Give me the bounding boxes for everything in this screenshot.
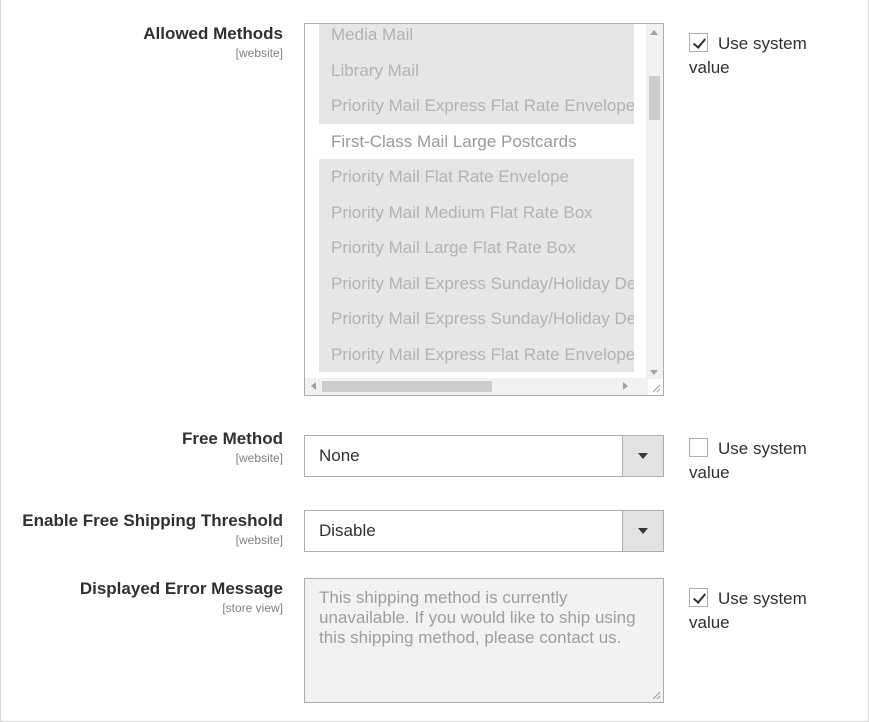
- config-frame: Allowed Methods [website] Media Mail Libr…: [0, 0, 869, 722]
- allowed-methods-label-group: Allowed Methods [website]: [143, 24, 283, 61]
- allowed-methods-label: Allowed Methods: [143, 24, 283, 43]
- free-shipping-threshold-label: Enable Free Shipping Threshold: [22, 511, 283, 530]
- multiselect-option[interactable]: Priority Mail Express Flat Rate Envelope: [319, 336, 634, 372]
- chevron-down-icon[interactable]: [622, 511, 663, 551]
- scroll-up-icon[interactable]: [650, 30, 658, 35]
- free-method-select[interactable]: None: [304, 435, 664, 477]
- error-message-textarea[interactable]: This shipping method is currently unavai…: [304, 578, 664, 703]
- multiselect-option[interactable]: Library Mail: [319, 52, 634, 88]
- error-message-scope: [store view]: [222, 601, 283, 615]
- multiselect-option[interactable]: Priority Mail Medium Flat Rate Box: [319, 194, 634, 230]
- free-shipping-threshold-scope: [website]: [235, 533, 283, 547]
- allowed-methods-use-system-value[interactable]: Use system value: [689, 32, 839, 80]
- multiselect-option[interactable]: Priority Mail Express Sunday/Holiday Del…: [319, 301, 634, 337]
- multiselect-option[interactable]: Priority Mail Express Sunday/Holiday Del…: [319, 265, 634, 301]
- resize-grip-icon[interactable]: [652, 691, 661, 700]
- error-message-label-group: Displayed Error Message [store view]: [80, 579, 283, 616]
- multiselect-option[interactable]: First-Class Mail Large Postcards: [319, 123, 634, 159]
- free-method-label: Free Method: [181, 429, 283, 448]
- free-method-value: None: [319, 446, 360, 465]
- scroll-down-icon[interactable]: [650, 370, 658, 375]
- allowed-methods-scope: [website]: [235, 46, 283, 60]
- resize-grip-icon[interactable]: [651, 383, 661, 393]
- multiselect-option[interactable]: Priority Mail Flat Rate Envelope: [319, 159, 634, 195]
- multiselect-option[interactable]: Priority Mail Large Flat Rate Box: [319, 230, 634, 266]
- free-shipping-threshold-label-group: Enable Free Shipping Threshold [website]: [22, 511, 283, 548]
- free-method-label-group: Free Method [website]: [182, 429, 283, 466]
- vertical-scroll-thumb[interactable]: [649, 76, 660, 120]
- free-method-use-system-value[interactable]: Use system value: [689, 437, 839, 485]
- error-message-use-system-value[interactable]: Use system value: [689, 587, 839, 635]
- scroll-right-icon[interactable]: [623, 382, 628, 390]
- multiselect-option[interactable]: Priority Mail Express Flat Rate Envelope: [319, 88, 634, 124]
- chevron-down-icon[interactable]: [622, 436, 663, 476]
- horizontal-scrollbar[interactable]: [305, 378, 648, 395]
- free-method-scope: [website]: [235, 451, 283, 465]
- checkmark-icon[interactable]: [689, 33, 708, 52]
- vertical-scrollbar[interactable]: [646, 24, 663, 379]
- multiselect-option[interactable]: Media Mail: [319, 24, 634, 53]
- scroll-left-icon[interactable]: [311, 382, 316, 390]
- error-message-label: Displayed Error Message: [79, 579, 283, 598]
- checkbox-icon[interactable]: [689, 438, 708, 457]
- error-message-text: This shipping method is currently unavai…: [319, 588, 636, 647]
- horizontal-scroll-thumb[interactable]: [322, 381, 492, 392]
- allowed-methods-multiselect[interactable]: Media Mail Library Mail Priority Mail Expr…: [304, 23, 664, 396]
- checkmark-icon[interactable]: [689, 588, 708, 607]
- allowed-methods-options: Media Mail Library Mail Priority Mail Expr…: [319, 24, 634, 372]
- free-shipping-threshold-select[interactable]: Disable: [304, 510, 664, 552]
- free-shipping-threshold-value: Disable: [319, 521, 376, 540]
